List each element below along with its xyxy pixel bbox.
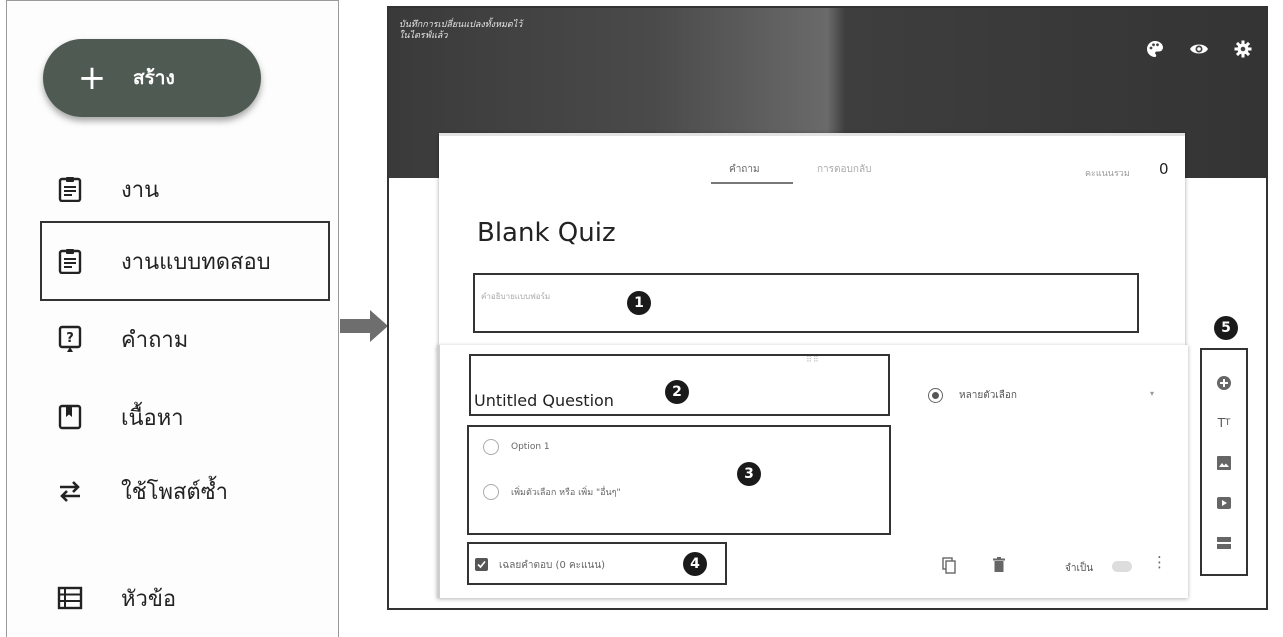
form-description-input[interactable]: คำอธิบายแบบฟอร์ม xyxy=(481,290,550,303)
classroom-create-menu: + สร้าง งาน งานแบบทดสอบ ? คำถาม เนื้อหา … xyxy=(6,0,339,637)
total-points-label: คะแนนรวม xyxy=(1085,169,1130,179)
active-tab-indicator xyxy=(711,182,793,184)
callout-box-3: Option 1 เพิ่มตัวเลือก หรือ เพิ่ม "อื่นๆ… xyxy=(467,425,891,535)
menu-item-label: เนื้อหา xyxy=(121,405,184,431)
create-button-label: สร้าง xyxy=(133,67,175,89)
menu-item-label: งาน xyxy=(121,177,160,203)
callout-box-4: เฉลยคำตอบ (0 คะแนน) 4 xyxy=(467,542,727,585)
menu-item-label: คำถาม xyxy=(121,327,189,353)
chevron-down-icon[interactable]: ▾ xyxy=(1150,389,1154,398)
form-title[interactable]: Blank Quiz xyxy=(477,218,616,248)
highlight-box-quiz-assignment xyxy=(40,221,330,301)
radio-icon xyxy=(483,439,499,455)
assignment-icon xyxy=(55,174,85,204)
settings-gear-icon[interactable] xyxy=(1232,38,1254,60)
form-title-card: คำถาม การตอบกลับ คะแนนรวม 0 Blank Quiz ค… xyxy=(439,133,1185,351)
tab-questions[interactable]: คำถาม xyxy=(729,162,760,177)
answer-key-icon xyxy=(475,558,488,571)
required-label: จำเป็น xyxy=(1065,563,1094,574)
preview-eye-icon[interactable] xyxy=(1188,38,1210,60)
callout-badge-2: 2 xyxy=(665,380,689,404)
add-question-icon[interactable] xyxy=(1202,370,1246,396)
menu-item-reuse-post[interactable]: ใช้โพสต์ซ้ำ xyxy=(55,467,335,515)
create-button[interactable]: + สร้าง xyxy=(43,39,261,117)
question-title-input[interactable]: Untitled Question xyxy=(474,391,614,410)
add-option-row[interactable]: เพิ่มตัวเลือก หรือ เพิ่ม "อื่นๆ" xyxy=(483,484,621,500)
menu-item-question[interactable]: ? คำถาม xyxy=(55,315,335,363)
required-toggle[interactable] xyxy=(1112,561,1132,572)
option-row[interactable]: Option 1 xyxy=(483,439,550,455)
menu-item-material[interactable]: เนื้อหา xyxy=(55,393,335,441)
question-card: ⠿⠿ Untitled Question 2 หลายตัวเลือก ▾ Op… xyxy=(437,345,1188,598)
arrow-right-icon xyxy=(340,310,388,342)
menu-item-assignment[interactable]: งาน xyxy=(55,165,335,213)
callout-badge-3: 3 xyxy=(737,462,761,486)
add-image-icon[interactable] xyxy=(1202,450,1246,476)
svg-text:?: ? xyxy=(66,331,74,346)
add-video-icon[interactable] xyxy=(1202,490,1246,516)
radio-icon xyxy=(483,484,499,500)
menu-item-label: หัวข้อ xyxy=(121,586,177,612)
duplicate-icon[interactable] xyxy=(942,557,956,578)
menu-item-topic[interactable]: หัวข้อ xyxy=(55,574,335,622)
tab-responses[interactable]: การตอบกลับ xyxy=(817,162,871,177)
palette-icon[interactable] xyxy=(1144,38,1166,60)
total-points-value: 0 xyxy=(1159,160,1169,178)
multiple-choice-icon xyxy=(928,387,943,403)
callout-box-5: TT xyxy=(1200,348,1248,576)
delete-icon[interactable] xyxy=(993,557,1005,576)
reuse-post-icon xyxy=(55,476,85,506)
question-icon: ? xyxy=(55,324,85,354)
answer-key-button[interactable]: เฉลยคำตอบ (0 คะแนน) xyxy=(499,558,605,573)
add-title-description-icon[interactable]: TT xyxy=(1202,410,1246,436)
question-type-label: หลายตัวเลือก xyxy=(959,389,1017,401)
option-label[interactable]: Option 1 xyxy=(511,442,550,452)
callout-box-2: Untitled Question 2 xyxy=(469,354,890,416)
callout-badge-4: 4 xyxy=(683,552,707,576)
save-status-line: ในไดรฟ์แล้ว xyxy=(399,31,448,41)
plus-icon: + xyxy=(77,58,107,98)
header-toolbar xyxy=(1144,38,1254,60)
menu-item-label: ใช้โพสต์ซ้ำ xyxy=(121,479,228,505)
more-options-icon[interactable]: ⋮ xyxy=(1152,555,1167,570)
callout-badge-5: 5 xyxy=(1214,316,1238,340)
save-status-text: บันทึกการเปลี่ยนแปลงทั้งหมดไว้ ในไดรฟ์แล… xyxy=(399,20,522,42)
add-section-icon[interactable] xyxy=(1202,530,1246,556)
add-option-label[interactable]: เพิ่มตัวเลือก หรือ เพิ่ม "อื่นๆ" xyxy=(511,485,621,499)
save-status-line: บันทึกการเปลี่ยนแปลงทั้งหมดไว้ xyxy=(399,20,523,30)
topic-icon xyxy=(55,583,85,613)
google-forms-quiz-screenshot: บันทึกการเปลี่ยนแปลงทั้งหมดไว้ ในไดรฟ์แล… xyxy=(387,6,1268,610)
question-type-select[interactable]: หลายตัวเลือก xyxy=(928,384,1168,406)
material-icon xyxy=(55,402,85,432)
callout-box-1: คำอธิบายแบบฟอร์ม 1 xyxy=(473,273,1139,333)
callout-badge-1: 1 xyxy=(627,291,651,315)
